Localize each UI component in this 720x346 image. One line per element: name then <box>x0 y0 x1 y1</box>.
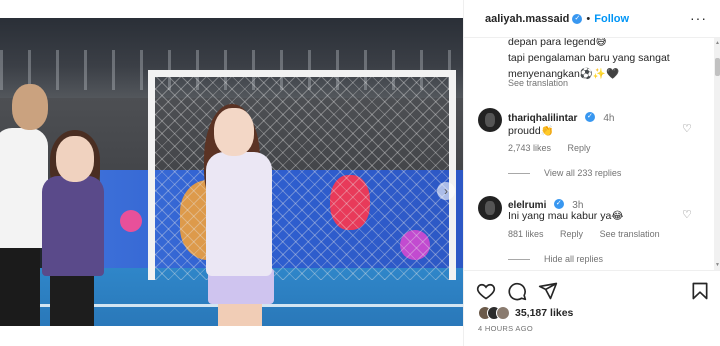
likes-row: 35,187 likes <box>478 306 573 320</box>
photo-person <box>218 302 262 326</box>
comment-text: proudd👏 <box>508 125 554 137</box>
comment-reply-button[interactable]: Reply <box>568 143 591 153</box>
comment-icon[interactable] <box>507 281 527 301</box>
comment-heart-icon[interactable]: ♡ <box>682 208 692 221</box>
post-actions: 35,187 likes 4 HOURS AGO <box>464 270 720 346</box>
header-separator: • <box>586 12 591 25</box>
carousel-next-icon[interactable]: › <box>437 182 455 200</box>
comment-likes[interactable]: 2,743 likes <box>508 143 551 153</box>
heart-icon[interactable] <box>476 281 496 301</box>
comment-meta: 2,743 likes Reply <box>508 143 605 153</box>
likes-count[interactable]: 35,187 likes <box>515 307 573 319</box>
comments-section: depan para legend😅 tapi pengalaman baru … <box>464 38 714 270</box>
photo-person <box>56 136 94 182</box>
comment-username[interactable]: thariqhalilintar <box>508 113 577 124</box>
scrollbar-thumb[interactable] <box>715 58 720 76</box>
photo-person <box>50 273 94 326</box>
photo-goal <box>148 70 456 280</box>
caption-line: depan para legend😅 <box>508 38 607 48</box>
photo-person <box>42 176 104 276</box>
see-translation-link[interactable]: See translation <box>508 78 568 88</box>
divider <box>508 259 530 261</box>
view-replies-label: View all 233 replies <box>544 168 622 178</box>
avatar[interactable] <box>478 196 502 220</box>
hide-replies-label: Hide all replies <box>544 254 604 264</box>
comment-meta: 881 likes Reply See translation <box>508 229 674 239</box>
comment-reply-button[interactable]: Reply <box>560 229 583 239</box>
scroll-up-icon[interactable]: ▲ <box>714 40 720 46</box>
divider <box>508 173 530 175</box>
post-username[interactable]: aaliyah.massaid <box>485 13 569 25</box>
verified-badge-icon: ✓ <box>572 13 583 24</box>
comments-scrollbar[interactable]: ▲ ▼ <box>714 38 720 270</box>
photo-person <box>0 246 40 326</box>
caption-line: tapi pengalaman baru yang sangat <box>508 52 670 64</box>
avatar <box>496 306 510 320</box>
comment-time: 4h <box>603 113 615 124</box>
post-photo[interactable]: › <box>0 18 463 326</box>
photo-person <box>12 84 48 130</box>
photo-person <box>206 152 272 276</box>
view-replies-button[interactable]: View all 233 replies <box>508 168 635 178</box>
verified-badge-icon: ✓ <box>553 198 564 209</box>
comment-text: Ini yang mau kabur ya😂 <box>508 210 624 222</box>
post-timestamp[interactable]: 4 HOURS AGO <box>478 324 533 333</box>
comment-heart-icon[interactable]: ♡ <box>682 122 692 135</box>
follow-button[interactable]: Follow <box>594 13 629 25</box>
see-translation-link[interactable]: See translation <box>600 229 660 239</box>
more-options-icon[interactable]: ··· <box>690 10 707 26</box>
share-icon[interactable] <box>538 281 558 301</box>
verified-badge-icon: ✓ <box>584 111 595 122</box>
photo-person <box>0 128 48 248</box>
hide-replies-button[interactable]: Hide all replies <box>508 254 617 264</box>
post-header: aaliyah.massaid ✓ • Follow ··· <box>464 0 720 38</box>
post-side-panel: aaliyah.massaid ✓ • Follow ··· depan par… <box>463 0 720 346</box>
post-caption: depan para legend😅 tapi pengalaman baru … <box>508 38 703 82</box>
bookmark-icon[interactable] <box>690 281 710 301</box>
avatar[interactable] <box>478 108 502 132</box>
instagram-post-view: › aaliyah.massaid ✓ • Follow ··· depan p… <box>0 0 720 346</box>
scroll-down-icon[interactable]: ▼ <box>714 262 720 268</box>
photo-person <box>214 108 254 156</box>
comment-likes[interactable]: 881 likes <box>508 229 544 239</box>
